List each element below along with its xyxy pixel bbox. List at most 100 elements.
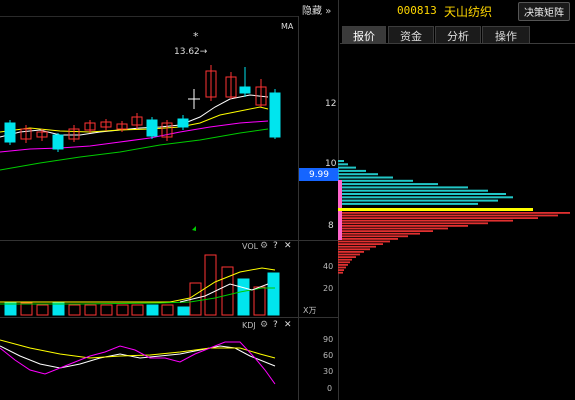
chip-bar-loss [338,253,360,256]
vol-axis-20: 20 [323,284,334,293]
tab-label: 报价 [353,29,375,43]
chip-bar-profit [338,183,438,186]
chip-bar-loss [338,238,398,240]
chip-bar-profit [338,163,348,166]
current-price-label: 9.99 [308,169,330,180]
chip-bars [338,160,570,274]
chip-bar-profit [338,169,366,172]
candle-body [146,119,158,137]
candle-body [4,122,16,143]
kdj-chart [0,339,276,385]
chip-bar-loss [338,235,408,238]
chip-distribution-chart [338,160,570,274]
tab-label: 操作 [495,29,517,43]
kdj-k-line [0,345,276,369]
volume-bar [100,304,113,316]
candlestick-chart [0,65,281,231]
candle-body [52,134,64,150]
vol-unit: X万 [303,306,317,315]
double-chevron-right-icon: » [325,6,332,17]
price-axis-8: 8 [328,221,334,231]
decision-matrix-button[interactable]: 决策矩阵 [518,2,570,21]
candle-body [239,86,251,94]
chip-bar-profit [338,189,488,192]
top-header-right: 000813 天山纺织 决策矩阵 [340,0,575,22]
volume-bar [253,286,266,316]
chip-bar-loss [338,258,352,261]
chip-bar-loss [338,217,538,219]
kdj-axis-0: 0 [327,384,333,393]
candle-body [177,118,189,128]
chip-bar-profit [338,186,468,189]
candle-body [269,92,281,138]
chip-bar-loss [338,269,344,271]
volume-bar [237,278,250,316]
kdj-axis-30: 30 [323,367,334,376]
volume-bar [20,302,33,316]
volume-bar [146,304,159,316]
chip-bar-loss [338,212,570,214]
chip-bar-loss [338,271,343,274]
tab-label: 资金 [400,29,422,43]
chip-bar-loss [338,232,420,235]
stock-name: 天山纺织 [444,5,493,19]
volume-bar [131,304,144,316]
chart-right-border [298,16,299,400]
chip-bar-loss [338,266,346,269]
volume-bar [36,304,49,316]
chip-bar-loss [338,222,488,225]
chip-bar-profit [338,199,498,202]
tab-label: 分析 [447,29,469,43]
tab-underline [340,43,575,44]
volume-bar [267,272,280,316]
chip-bar-loss [338,264,348,266]
chip-bar-loss [338,240,390,243]
chip-bar-loss [338,219,513,222]
kdj-axis-90: 90 [323,335,334,344]
volume-bar [52,302,65,316]
chip-bar-loss [338,230,433,232]
tab-funds[interactable]: 资金 [388,26,434,44]
chip-bar-profit [338,160,344,162]
chip-current-price-line [338,208,533,211]
volume-bar [84,304,97,316]
current-price-tag: 9.99 [299,168,339,181]
chip-bar-loss [338,227,448,230]
chip-bar-loss [338,256,356,258]
chip-bar-profit [338,179,413,182]
kdj-d-line [0,339,276,359]
hide-label: 隐藏 [302,6,322,17]
green-marker-icon [192,226,196,231]
price-axis-12: 12 [325,99,337,109]
chip-bar-profit [338,173,378,176]
chip-bar-profit [338,176,393,179]
chip-bar-loss [338,225,468,227]
volume-bars [4,254,280,316]
chip-bar-loss [338,214,558,217]
tab-operation[interactable]: 操作 [482,26,530,44]
chip-bar-profit [338,202,478,205]
ma-line-white [0,94,269,138]
hide-toggle[interactable]: 隐藏 » [302,2,331,17]
tab-analysis[interactable]: 分析 [435,26,481,44]
stock-code: 000813 [397,4,437,17]
volume-bar [161,304,174,316]
volume-bar [68,304,81,316]
volume-chart [0,254,280,316]
ma-line-green [0,128,269,171]
chip-bar-loss [338,261,350,264]
vol-axis-40: 40 [323,262,334,271]
tab-quote[interactable]: 报价 [342,26,386,44]
chip-bar-profit [338,166,356,169]
volume-bar [221,266,234,316]
chip-bar-profit [338,193,506,195]
volume-bar [116,304,129,316]
chip-bar-loss [338,245,376,248]
chip-bar-loss [338,248,370,251]
chip-bar-profit [338,196,513,199]
kdj-axis-60: 60 [323,351,334,360]
volume-bar [177,306,190,316]
chip-bar-loss [338,243,383,245]
volume-bar [4,302,17,316]
chip-bar-loss [338,251,364,253]
